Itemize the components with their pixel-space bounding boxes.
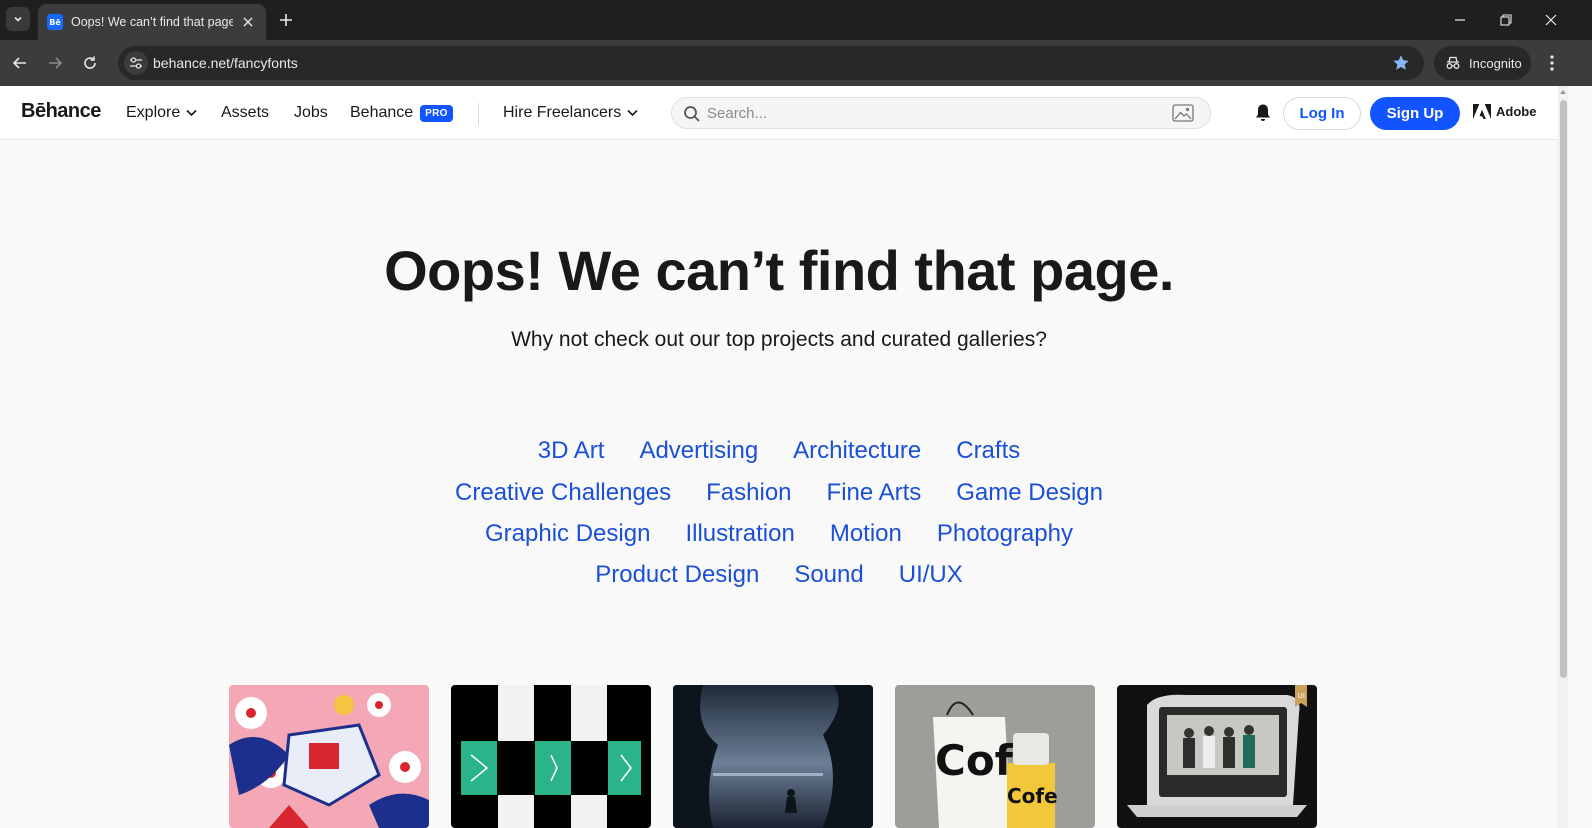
category-link-product-design[interactable]: Product Design [595,561,759,589]
close-window-button[interactable] [1543,12,1559,28]
log-in-button[interactable]: Log In [1283,97,1361,130]
project-thumb-lake-photo[interactable] [673,685,873,828]
poster-image [461,685,641,828]
category-link-architecture[interactable]: Architecture [793,437,921,465]
close-icon [243,17,253,27]
adobe-logo-icon [1473,104,1491,119]
incognito-indicator[interactable]: Incognito [1434,46,1531,80]
incognito-label: Incognito [1469,55,1522,71]
arrow-left-icon [12,57,26,69]
adobe-label: Adobe [1496,104,1537,119]
bookmark-star-icon[interactable] [1392,54,1410,72]
category-row: Creative Challenges Fashion Fine Arts Ga… [0,479,1558,507]
back-button[interactable] [10,53,30,73]
tab-title: Oops! We can’t find that page. [71,15,233,29]
nav-assets[interactable]: Assets [221,104,269,122]
more-vertical-icon [1550,55,1554,71]
chevron-down-icon [14,16,22,22]
project-thumbnails: Cofe Cofe UI [229,685,1317,828]
adobe-link[interactable]: Adobe [1473,104,1536,119]
category-link-photography[interactable]: Photography [937,520,1073,548]
chevron-down-icon [627,109,638,117]
nav-assets-label: Assets [221,104,270,121]
behance-favicon-icon: Bē [47,14,63,30]
reload-button[interactable] [80,53,100,73]
laptop-mockup-image [1127,685,1307,817]
new-tab-button[interactable] [276,10,296,30]
tab-close-button[interactable] [239,13,257,31]
site-header: Bēhance Explore Assets Jobs Behance PRO … [0,86,1558,140]
reload-icon [84,56,96,69]
category-link-fine-arts[interactable]: Fine Arts [827,479,922,507]
category-link-3d-art[interactable]: 3D Art [538,437,605,465]
category-link-game-design[interactable]: Game Design [956,479,1103,507]
category-link-sound[interactable]: Sound [794,561,863,589]
lake-photo-image [673,685,873,828]
bell-icon[interactable] [1254,103,1272,123]
url-text: behance.net/fancyfonts [153,55,298,71]
category-link-creative-challenges[interactable]: Creative Challenges [455,479,671,507]
category-link-graphic-design[interactable]: Graphic Design [485,520,650,548]
nav-behance-pro[interactable]: Behance PRO [350,104,453,122]
nav-explore[interactable]: Explore [126,104,197,122]
forward-button[interactable] [45,53,65,73]
packaging-image: Cofe Cofe [933,701,1058,828]
project-thumb-laptop[interactable]: UI [1117,685,1317,828]
category-link-crafts[interactable]: Crafts [956,437,1020,465]
nav-behance-label: Behance [350,104,414,121]
address-bar[interactable]: behance.net/fancyfonts [118,46,1424,80]
project-thumb-green-poster[interactable] [451,685,651,828]
browser-tab[interactable]: Bē Oops! We can’t find that page. [38,4,266,40]
category-row: 3D Art Advertising Architecture Crafts [0,437,1558,465]
category-link-illustration[interactable]: Illustration [685,520,794,548]
ui-badge: UI [1297,692,1305,700]
nav-divider [478,103,479,125]
page-subtitle: Why not check out our top projects and c… [511,328,1047,351]
chevron-down-icon [186,109,197,117]
nav-hire-freelancers[interactable]: Hire Freelancers [503,104,638,122]
svg-text:Cofe: Cofe [1007,784,1058,808]
browser-tab-bar: Bē Oops! We can’t find that page. [0,0,1592,40]
pro-badge: PRO [420,104,453,122]
nav-explore-label: Explore [126,104,181,121]
illustration-image [229,693,429,828]
search-bar [671,97,1211,129]
search-input[interactable] [707,102,1167,124]
browser-menu-button[interactable] [1542,53,1562,73]
arrow-right-icon [49,57,63,69]
plus-icon [280,14,292,26]
category-link-ui-ux[interactable]: UI/UX [899,561,963,589]
category-link-advertising[interactable]: Advertising [639,437,758,465]
category-link-motion[interactable]: Motion [830,520,902,548]
nav-jobs-label: Jobs [294,104,328,121]
scroll-up-arrow-icon[interactable] [1559,88,1567,96]
category-row: Graphic Design Illustration Motion Photo… [0,520,1558,548]
minimize-button[interactable] [1452,12,1468,28]
scrollbar-thumb[interactable] [1560,100,1567,678]
category-row: Product Design Sound UI/UX [0,561,1558,589]
tab-search-button[interactable] [6,7,30,31]
minimize-icon [1455,19,1465,21]
sign-up-button[interactable]: Sign Up [1370,97,1460,130]
page-title: Oops! We can’t find that page. [384,239,1174,302]
close-icon [1545,14,1557,26]
nav-jobs[interactable]: Jobs [294,104,328,122]
site-info-button[interactable] [124,51,148,75]
category-link-fashion[interactable]: Fashion [706,479,791,507]
project-thumb-illustration[interactable] [229,685,429,828]
nav-hire-label: Hire Freelancers [503,104,622,121]
project-thumb-packaging[interactable]: Cofe Cofe [895,685,1095,828]
image-search-icon[interactable] [1172,104,1194,122]
browser-toolbar: behance.net/fancyfonts Incognito [0,40,1592,86]
tune-icon [130,57,142,69]
incognito-icon [1446,56,1460,69]
restore-icon [1500,14,1512,26]
restore-button[interactable] [1498,12,1514,28]
search-icon [684,106,700,122]
behance-logo[interactable]: Bēhance [21,100,101,123]
